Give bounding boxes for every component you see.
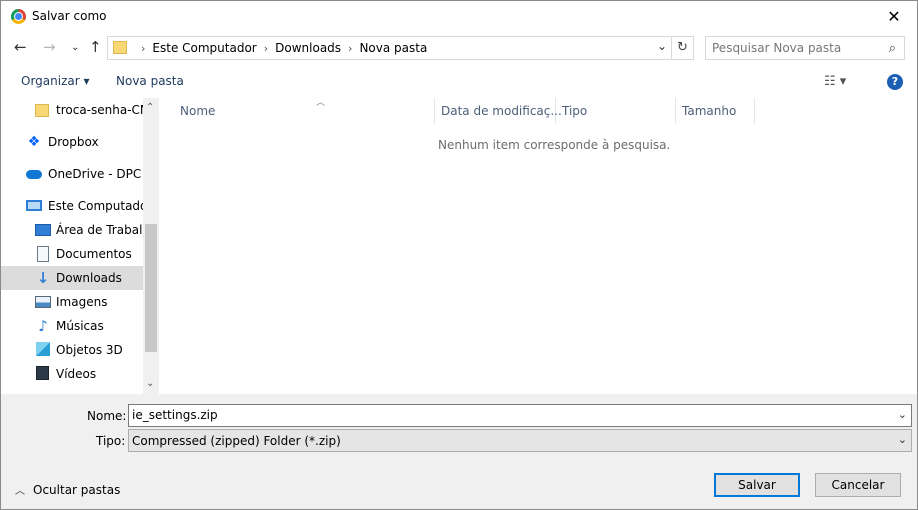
file-type-select[interactable]: Compressed (zipped) Folder (*.zip) ⌄ bbox=[128, 429, 912, 452]
hide-folders-label: Ocultar pastas bbox=[33, 483, 121, 497]
chrome-icon bbox=[11, 9, 26, 24]
sidebar-item-documentos[interactable]: Documentos bbox=[1, 242, 143, 266]
sidebar-item-label: Documentos bbox=[56, 247, 132, 261]
filename-dropdown-chevron-icon[interactable]: ⌄ bbox=[898, 408, 907, 421]
breadcrumb-nova-pasta[interactable]: Nova pasta bbox=[359, 41, 427, 55]
pictures-icon bbox=[35, 296, 51, 308]
dialog-title: Salvar como bbox=[32, 9, 107, 23]
music-icon: ♪ bbox=[38, 317, 48, 335]
column-header-label: Data de modificaç... bbox=[441, 104, 562, 118]
column-header-nome[interactable]: ︿ Nome bbox=[174, 98, 435, 124]
sort-ascending-icon: ︿ bbox=[316, 98, 326, 108]
sidebar-item-dropbox[interactable]: ❖ Dropbox bbox=[1, 130, 143, 154]
organize-button[interactable]: Organizar ▾ bbox=[21, 74, 90, 88]
navigation-pane: troca-senha-CM ❖ Dropbox OneDrive - DPC … bbox=[1, 98, 159, 394]
breadcrumb-separator-icon: › bbox=[348, 41, 353, 55]
scrollbar-thumb[interactable] bbox=[145, 224, 157, 352]
name-label: Nome: bbox=[87, 409, 127, 423]
file-list[interactable]: ︿ Nome Data de modificaç... Tipo Tamanho… bbox=[159, 98, 917, 394]
sidebar-item-label: Este Computador bbox=[48, 199, 143, 213]
recent-locations-chevron-icon[interactable]: ⌄ bbox=[71, 42, 79, 53]
documents-icon bbox=[37, 246, 49, 262]
search-icon[interactable]: ⌕ bbox=[889, 41, 896, 56]
sidebar-item-area-de-trabalho[interactable]: Área de Trabalho bbox=[1, 218, 143, 242]
breadcrumb-downloads[interactable]: Downloads bbox=[275, 41, 341, 55]
save-form: Nome: ⌄ Tipo: Compressed (zipped) Folder… bbox=[1, 394, 917, 509]
address-dropdown-chevron-icon[interactable]: ⌄ bbox=[657, 39, 667, 53]
column-header-label: Tamanho bbox=[682, 104, 737, 118]
filename-field[interactable]: ⌄ bbox=[128, 404, 912, 427]
sidebar-item-downloads[interactable]: ↓ Downloads bbox=[1, 266, 143, 290]
back-arrow-icon[interactable]: ← bbox=[14, 38, 27, 56]
breadcrumb-este-computador[interactable]: Este Computador bbox=[152, 41, 256, 55]
sidebar-item-label: Downloads bbox=[56, 271, 122, 285]
computer-icon bbox=[26, 200, 42, 211]
column-header-tipo[interactable]: Tipo bbox=[556, 98, 676, 124]
sidebar-item-label: Vídeos bbox=[56, 367, 97, 381]
title-bar: Salvar como ✕ bbox=[1, 1, 917, 32]
sidebar-item-label: Área de Trabalho bbox=[56, 223, 143, 237]
sidebar-item-label: Imagens bbox=[56, 295, 108, 309]
3d-objects-icon bbox=[36, 342, 50, 356]
file-type-value: Compressed (zipped) Folder (*.zip) bbox=[132, 434, 341, 448]
sidebar-item-troca-senha[interactable]: troca-senha-CM bbox=[1, 98, 143, 122]
hide-folders-toggle[interactable]: ︿ Ocultar pastas bbox=[15, 482, 120, 497]
column-header-label: Nome bbox=[180, 104, 216, 118]
search-input[interactable] bbox=[712, 41, 872, 55]
breadcrumb: › Este Computador › Downloads › Nova pas… bbox=[134, 41, 427, 55]
filename-input[interactable] bbox=[132, 408, 872, 422]
desktop-icon bbox=[35, 224, 51, 236]
refresh-icon[interactable]: ↻ bbox=[671, 37, 693, 59]
sidebar-scrollbar[interactable]: ⌃ ⌄ bbox=[143, 98, 159, 394]
column-header-data[interactable]: Data de modificaç... bbox=[435, 98, 562, 124]
sidebar-item-videos[interactable]: Vídeos bbox=[1, 362, 143, 386]
downloads-icon: ↓ bbox=[36, 269, 50, 287]
column-header-tamanho[interactable]: Tamanho bbox=[676, 98, 755, 124]
scroll-down-arrow-icon[interactable]: ⌄ bbox=[146, 378, 154, 389]
sidebar-item-imagens[interactable]: Imagens bbox=[1, 290, 143, 314]
sidebar-item-label: Objetos 3D bbox=[56, 343, 123, 357]
address-row: ← → ⌄ ↑ › Este Computador › Downloads › … bbox=[1, 32, 917, 65]
help-icon[interactable]: ? bbox=[887, 74, 903, 90]
sidebar-item-label: OneDrive - DPC S bbox=[48, 167, 143, 181]
cancel-button[interactable]: Cancelar bbox=[815, 473, 901, 497]
sidebar-item-label: Dropbox bbox=[48, 135, 99, 149]
empty-message: Nenhum item corresponde à pesquisa. bbox=[438, 138, 671, 152]
dropbox-icon: ❖ bbox=[27, 134, 41, 150]
view-options-icon[interactable]: ☷ ▾ bbox=[824, 74, 846, 89]
videos-icon bbox=[36, 366, 49, 380]
forward-arrow-icon[interactable]: → bbox=[43, 38, 56, 56]
sidebar-item-onedrive[interactable]: OneDrive - DPC S bbox=[1, 162, 143, 186]
chevron-up-icon: ︿ bbox=[15, 486, 25, 497]
column-header-label: Tipo bbox=[562, 104, 588, 118]
folder-icon bbox=[113, 41, 127, 54]
close-button[interactable]: ✕ bbox=[871, 1, 917, 32]
onedrive-icon bbox=[26, 170, 42, 179]
breadcrumb-separator-icon: › bbox=[141, 41, 146, 55]
folder-icon bbox=[35, 104, 49, 117]
sidebar-item-musicas[interactable]: ♪ Músicas bbox=[1, 314, 143, 338]
type-label: Tipo: bbox=[96, 434, 126, 448]
up-arrow-icon[interactable]: ↑ bbox=[89, 38, 102, 56]
sidebar-item-label: troca-senha-CM bbox=[56, 103, 143, 117]
address-bar[interactable]: › Este Computador › Downloads › Nova pas… bbox=[107, 36, 694, 60]
save-button[interactable]: Salvar bbox=[714, 473, 800, 497]
command-bar: Organizar ▾ Nova pasta ☷ ▾ ? bbox=[1, 65, 917, 98]
save-as-dialog: Salvar como ✕ ← → ⌄ ↑ › Este Computador … bbox=[0, 0, 918, 510]
sidebar-item-este-computador[interactable]: Este Computador bbox=[1, 194, 143, 218]
file-type-dropdown-chevron-icon[interactable]: ⌄ bbox=[898, 433, 907, 446]
sidebar-item-objetos-3d[interactable]: Objetos 3D bbox=[1, 338, 143, 362]
scroll-up-arrow-icon[interactable]: ⌃ bbox=[146, 102, 154, 113]
search-box[interactable]: ⌕ bbox=[705, 36, 905, 60]
new-folder-button[interactable]: Nova pasta bbox=[116, 74, 184, 88]
sidebar-item-label: Músicas bbox=[56, 319, 104, 333]
breadcrumb-separator-icon: › bbox=[263, 41, 269, 55]
